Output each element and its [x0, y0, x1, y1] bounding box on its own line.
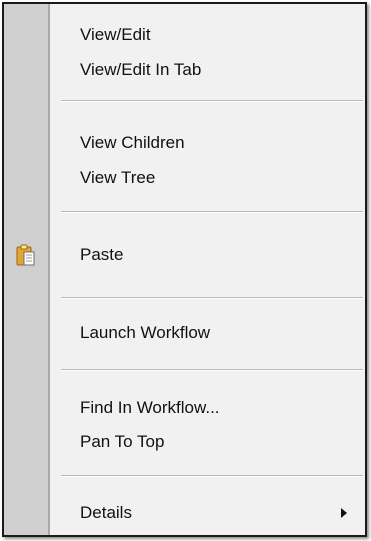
menu-item-view-edit-in-tab[interactable]: View/Edit In Tab: [4, 53, 365, 87]
menu-separator: [61, 211, 363, 213]
menu-separator: [61, 100, 363, 102]
menu-item-label: Find In Workflow...: [80, 398, 220, 417]
menu-item-view-edit[interactable]: View/Edit: [4, 18, 365, 52]
menu-item-launch-workflow[interactable]: Launch Workflow: [4, 316, 365, 350]
menu-separator: [61, 369, 363, 371]
context-menu: View/Edit View/Edit In Tab View Children…: [2, 2, 367, 537]
menu-item-find-in-workflow[interactable]: Find In Workflow...: [4, 391, 365, 425]
submenu-arrow-icon: [341, 508, 347, 518]
menu-item-label: Paste: [80, 245, 124, 264]
menu-item-view-tree[interactable]: View Tree: [4, 161, 365, 195]
menu-separator: [61, 297, 363, 299]
menu-item-label: View/Edit In Tab: [80, 60, 202, 79]
menu-item-paste[interactable]: Paste: [4, 238, 365, 272]
menu-item-pan-to-top[interactable]: Pan To Top: [4, 425, 365, 459]
menu-item-view-children[interactable]: View Children: [4, 126, 365, 160]
menu-separator: [61, 475, 363, 477]
menu-item-details[interactable]: Details: [4, 496, 365, 530]
menu-item-label: View Children: [80, 133, 185, 152]
menu-item-label: View Tree: [80, 168, 156, 187]
menu-item-label: Pan To Top: [80, 432, 165, 451]
menu-item-label: View/Edit: [80, 25, 151, 44]
menu-item-label: Details: [80, 503, 132, 522]
clipboard-icon: [16, 244, 36, 266]
menu-item-label: Launch Workflow: [80, 323, 211, 342]
